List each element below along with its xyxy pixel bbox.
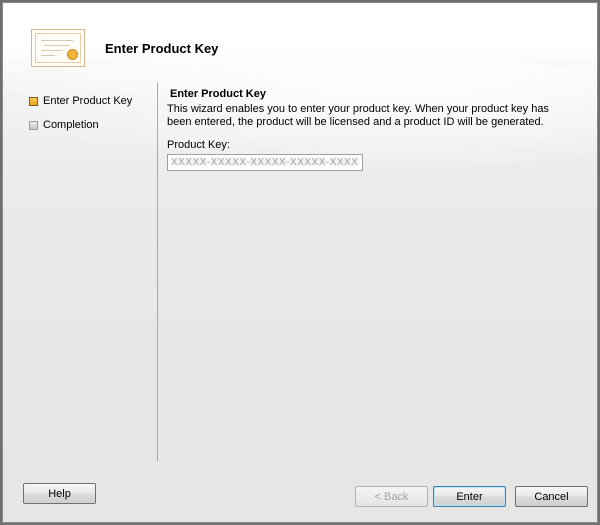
step-enter-product-key[interactable]: Enter Product Key xyxy=(29,93,149,109)
step-label: Completion xyxy=(43,119,99,131)
page-title: Enter Product Key xyxy=(105,41,219,56)
wizard-window: Enter Product Key Enter Product Key Comp… xyxy=(2,2,598,523)
vertical-divider xyxy=(157,83,158,461)
enter-button[interactable]: Enter xyxy=(433,486,506,507)
description-text: This wizard enables you to enter your pr… xyxy=(167,103,549,128)
wizard-steps: Enter Product Key Completion xyxy=(29,93,149,141)
product-key-input[interactable] xyxy=(167,154,363,171)
wizard-header: Enter Product Key xyxy=(3,3,597,173)
active-step-icon xyxy=(29,96,38,106)
content-title: Enter Product Key xyxy=(170,88,266,100)
cancel-button[interactable]: Cancel xyxy=(515,486,588,507)
product-key-label: Product Key: xyxy=(167,139,230,151)
content-panel: Enter Product Key This wizard enables yo… xyxy=(167,88,587,171)
step-label: Enter Product Key xyxy=(43,95,133,107)
certificate-icon xyxy=(31,29,85,67)
help-button[interactable]: Help xyxy=(23,483,96,504)
pending-step-icon xyxy=(29,120,38,130)
back-button[interactable]: < Back xyxy=(355,486,428,507)
step-completion[interactable]: Completion xyxy=(29,117,149,133)
